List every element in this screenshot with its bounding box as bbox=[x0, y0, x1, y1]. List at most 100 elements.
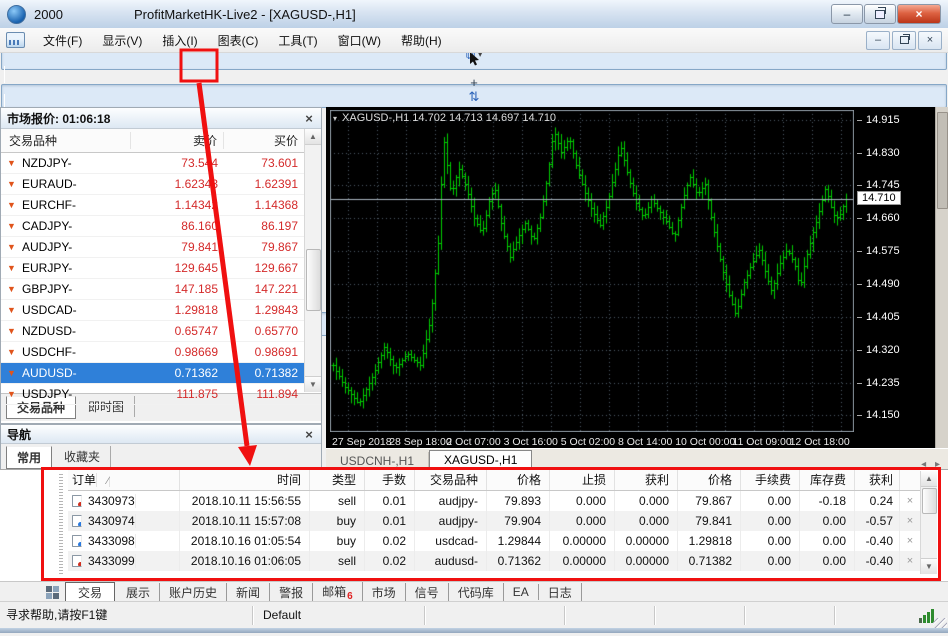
status-cell bbox=[745, 606, 835, 625]
one-click-marker-icon[interactable]: ▾ bbox=[333, 114, 337, 123]
quote-row[interactable]: ▼ USDJPY- 111.875 111.894 bbox=[1, 384, 321, 405]
close-order-icon[interactable]: × bbox=[900, 551, 920, 571]
order-swap: 0.00 bbox=[800, 531, 855, 551]
quote-row[interactable]: ▼ EURAUD- 1.62343 1.62391 bbox=[1, 174, 321, 195]
column-swap[interactable]: 库存费 bbox=[800, 470, 855, 490]
time-tick: 12 Oct 18:00 bbox=[790, 436, 850, 448]
price-chart[interactable] bbox=[330, 110, 854, 432]
market-watch-scrollbar[interactable]: ▲ ▼ bbox=[304, 129, 321, 392]
order-stop-loss: 0.000 bbox=[550, 511, 615, 531]
column-order[interactable]: 订单∕ bbox=[68, 470, 180, 490]
column-time[interactable]: 时间 bbox=[180, 470, 310, 490]
menu-item[interactable]: 图表(C) bbox=[208, 31, 269, 51]
menu-item[interactable]: 显示(V) bbox=[92, 31, 152, 51]
quote-row[interactable]: ▼ EURJPY- 129.645 129.667 bbox=[1, 258, 321, 279]
column-current-price[interactable]: 价格 bbox=[678, 470, 741, 490]
close-icon[interactable]: × bbox=[301, 111, 317, 126]
market-watch-icon: ⇅ bbox=[469, 90, 480, 103]
scroll-down-icon[interactable]: ▼ bbox=[921, 558, 937, 574]
unread-badge: 6 bbox=[347, 591, 353, 602]
column-profit[interactable]: 获利 bbox=[855, 470, 900, 490]
quote-row[interactable]: ▼ CADJPY- 86.160 86.197 bbox=[1, 216, 321, 237]
column-symbol[interactable]: 交易品种 bbox=[415, 470, 487, 490]
quote-row[interactable]: ▼ EURCHF- 1.14342 1.14368 bbox=[1, 195, 321, 216]
menu-item[interactable]: 窗口(W) bbox=[328, 31, 391, 51]
order-take-profit: 0.000 bbox=[615, 491, 678, 511]
close-icon[interactable]: × bbox=[301, 427, 317, 442]
column-symbol[interactable]: 交易品种 bbox=[1, 132, 130, 149]
menu-item[interactable]: 插入(I) bbox=[152, 31, 207, 51]
quote-row[interactable]: ▼ AUDJPY- 79.841 79.867 bbox=[1, 237, 321, 258]
chart-tab[interactable]: USDCNH-,H1 bbox=[326, 452, 429, 470]
scroll-down-icon[interactable]: ▼ bbox=[305, 376, 321, 392]
restore-button[interactable] bbox=[864, 4, 896, 24]
quote-row[interactable]: ▼ USDCHF- 0.98669 0.98691 bbox=[1, 342, 321, 363]
terminal-tab[interactable]: 信号 bbox=[406, 583, 449, 602]
column-commission[interactable]: 手续费 bbox=[741, 470, 800, 490]
column-bid[interactable]: 卖价 bbox=[130, 132, 223, 149]
column-type[interactable]: 类型 bbox=[310, 470, 365, 490]
menu-item[interactable]: 帮助(H) bbox=[391, 31, 452, 51]
terminal-tab[interactable]: 交易 bbox=[65, 582, 115, 603]
close-button[interactable]: × bbox=[897, 4, 941, 24]
order-row[interactable]: 3430974 2018.10.11 15:57:08 buy 0.01 aud… bbox=[68, 511, 920, 531]
chart-scrollbar[interactable] bbox=[935, 107, 948, 448]
terminal-tab[interactable]: 警报 bbox=[270, 583, 313, 602]
column-lots[interactable]: 手数 bbox=[365, 470, 415, 490]
terminal-tab[interactable]: 账户历史 bbox=[160, 583, 227, 602]
title-bar[interactable]: 2000 ProfitMarketHK-Live2 - [XAGUSD-,H1]… bbox=[0, 0, 948, 29]
column-ask[interactable]: 买价 bbox=[223, 132, 304, 149]
mdi-restore-button[interactable] bbox=[892, 31, 916, 50]
close-order-icon[interactable]: × bbox=[900, 531, 920, 551]
scrollbar-thumb[interactable] bbox=[937, 112, 948, 209]
mdi-close-button[interactable]: × bbox=[918, 31, 942, 50]
quote-bid: 111.875 bbox=[132, 384, 224, 404]
terminal-tab[interactable]: 代码库 bbox=[449, 583, 504, 602]
quote-row[interactable]: ▼ NZDJPY- 73.544 73.601 bbox=[1, 153, 321, 174]
market-watch-header: 交易品种 卖价 买价 bbox=[1, 129, 321, 153]
terminal-tab[interactable]: 日志 bbox=[539, 583, 582, 602]
menu-item[interactable]: 文件(F) bbox=[33, 31, 92, 51]
status-profile[interactable]: Default bbox=[253, 606, 425, 625]
order-row[interactable]: 3433098 2018.10.16 01:05:54 buy 0.02 usd… bbox=[68, 531, 920, 551]
close-order-icon[interactable]: × bbox=[900, 511, 920, 531]
price-tick: 14.490 bbox=[866, 278, 900, 290]
tab-favorites[interactable]: 收藏夹 bbox=[54, 446, 111, 467]
terminal-tab[interactable]: 新闻 bbox=[227, 583, 270, 602]
minimize-button[interactable]: – bbox=[831, 4, 863, 24]
terminal-grip[interactable] bbox=[59, 474, 63, 574]
chart-tab-bar: USDCNH-,H1XAGUSD-,H1 ◂ ▸ bbox=[326, 448, 948, 470]
quote-ask: 1.62391 bbox=[224, 174, 304, 194]
quote-row[interactable]: ▼ GBPJPY- 147.185 147.221 bbox=[1, 279, 321, 300]
terminal-dock-icon[interactable] bbox=[46, 586, 59, 599]
navigator-titlebar[interactable]: 导航 × bbox=[1, 425, 321, 444]
quote-row[interactable]: ▼ AUDUSD- 0.71362 0.71382 bbox=[1, 363, 321, 384]
tab-common[interactable]: 常用 bbox=[6, 446, 52, 469]
terminal-tab[interactable]: 邮箱6 bbox=[313, 582, 363, 603]
order-row[interactable]: 3433099 2018.10.16 01:06:05 sell 0.02 au… bbox=[68, 551, 920, 571]
order-row[interactable]: 3430973 2018.10.11 15:56:55 sell 0.01 au… bbox=[68, 491, 920, 511]
column-open-price[interactable]: 价格 bbox=[487, 470, 550, 490]
column-take-profit[interactable]: 获利 bbox=[615, 470, 678, 490]
terminal-scrollbar[interactable]: ▲ ▼ bbox=[920, 471, 937, 574]
order-open-price: 0.71362 bbox=[487, 551, 550, 571]
mdi-minimize-button[interactable]: – bbox=[866, 31, 890, 50]
scrollbar-thumb[interactable] bbox=[922, 488, 937, 514]
window-title: ProfitMarketHK-Live2 - [XAGUSD-,H1] bbox=[134, 7, 356, 22]
scroll-up-icon[interactable]: ▲ bbox=[305, 129, 321, 145]
close-order-icon[interactable]: × bbox=[900, 491, 920, 511]
chart-tab[interactable]: XAGUSD-,H1 bbox=[429, 450, 532, 470]
terminal-tab[interactable]: EA bbox=[504, 584, 539, 600]
scroll-up-icon[interactable]: ▲ bbox=[921, 471, 937, 487]
quote-row[interactable]: ▼ USDCAD- 1.29818 1.29843 bbox=[1, 300, 321, 321]
quote-row[interactable]: ▼ NZDUSD- 0.65747 0.65770 bbox=[1, 321, 321, 342]
order-time: 2018.10.11 15:56:55 bbox=[180, 491, 310, 511]
menu-item[interactable]: 工具(T) bbox=[268, 31, 327, 51]
terminal-tab[interactable]: 展示 bbox=[117, 583, 160, 602]
terminal-tab[interactable]: 市场 bbox=[363, 583, 406, 602]
column-stop-loss[interactable]: 止损 bbox=[550, 470, 615, 490]
market-watch-titlebar[interactable]: 市场报价: 01:06:18 × bbox=[1, 108, 321, 129]
order-lots: 0.01 bbox=[365, 511, 415, 531]
price-axis[interactable]: 14.91514.83014.74514.66014.57514.49014.4… bbox=[858, 110, 938, 432]
scrollbar-thumb[interactable] bbox=[306, 249, 321, 311]
